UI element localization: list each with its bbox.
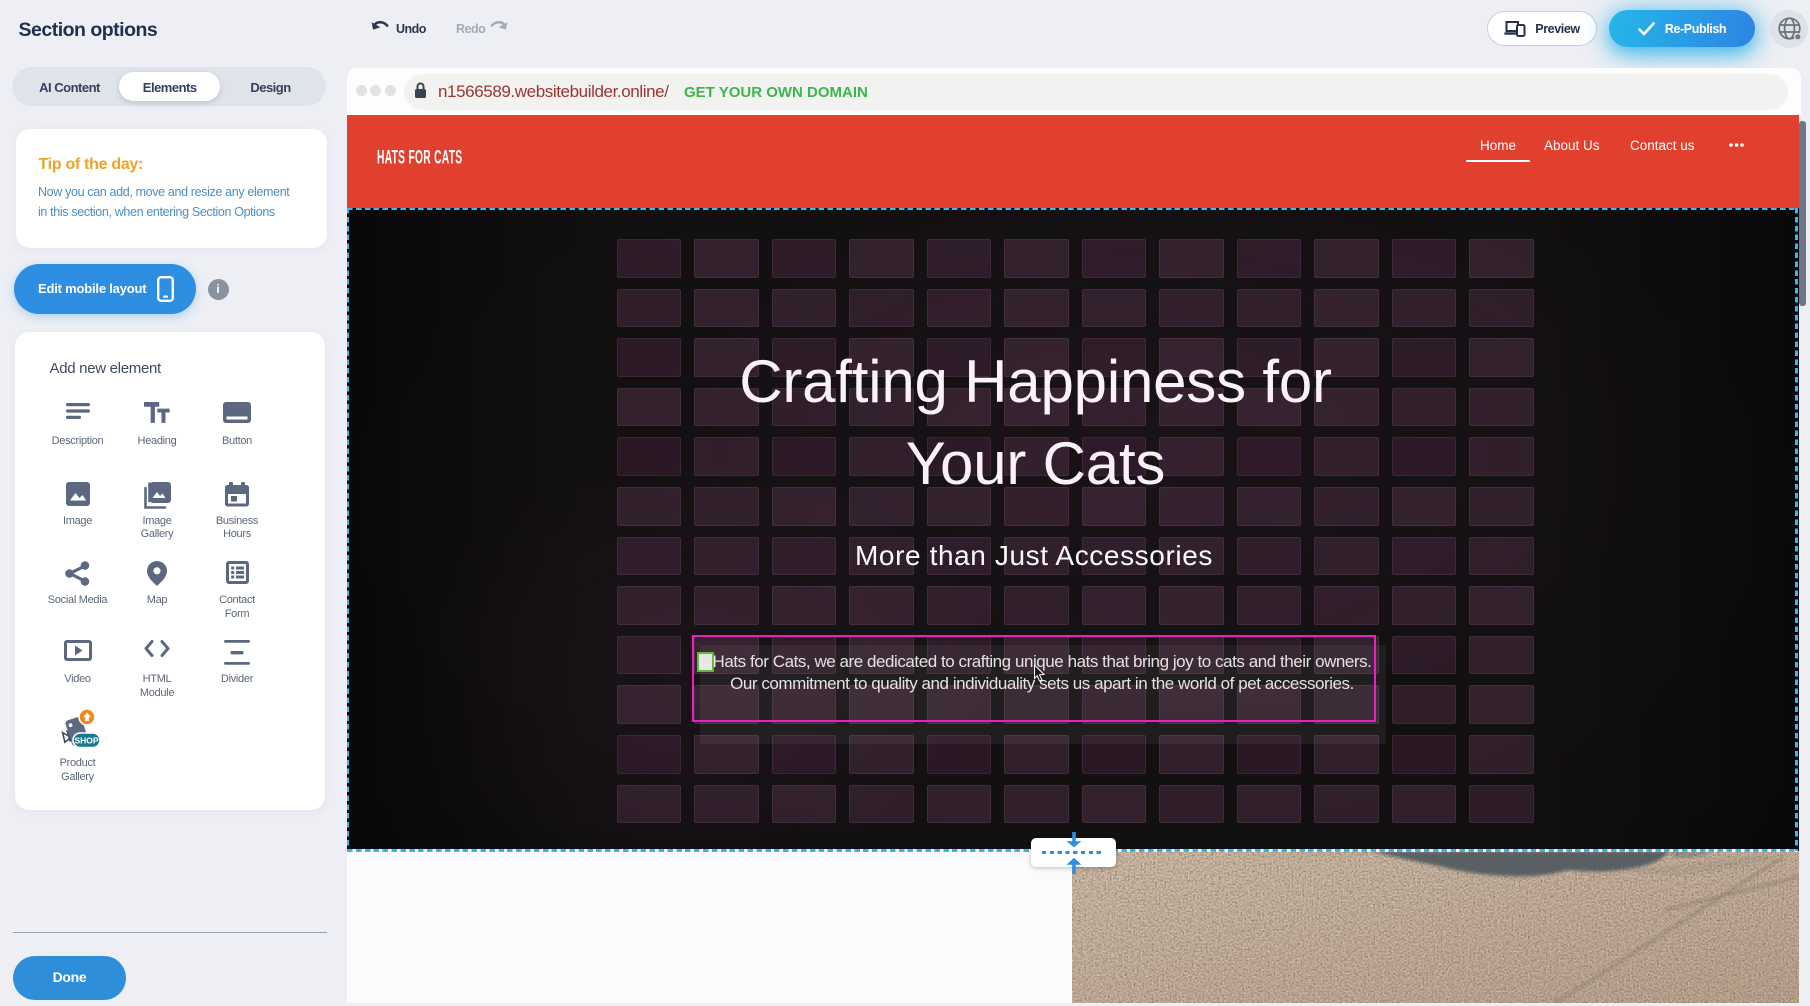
svg-text:SHOP: SHOP [74,736,98,746]
